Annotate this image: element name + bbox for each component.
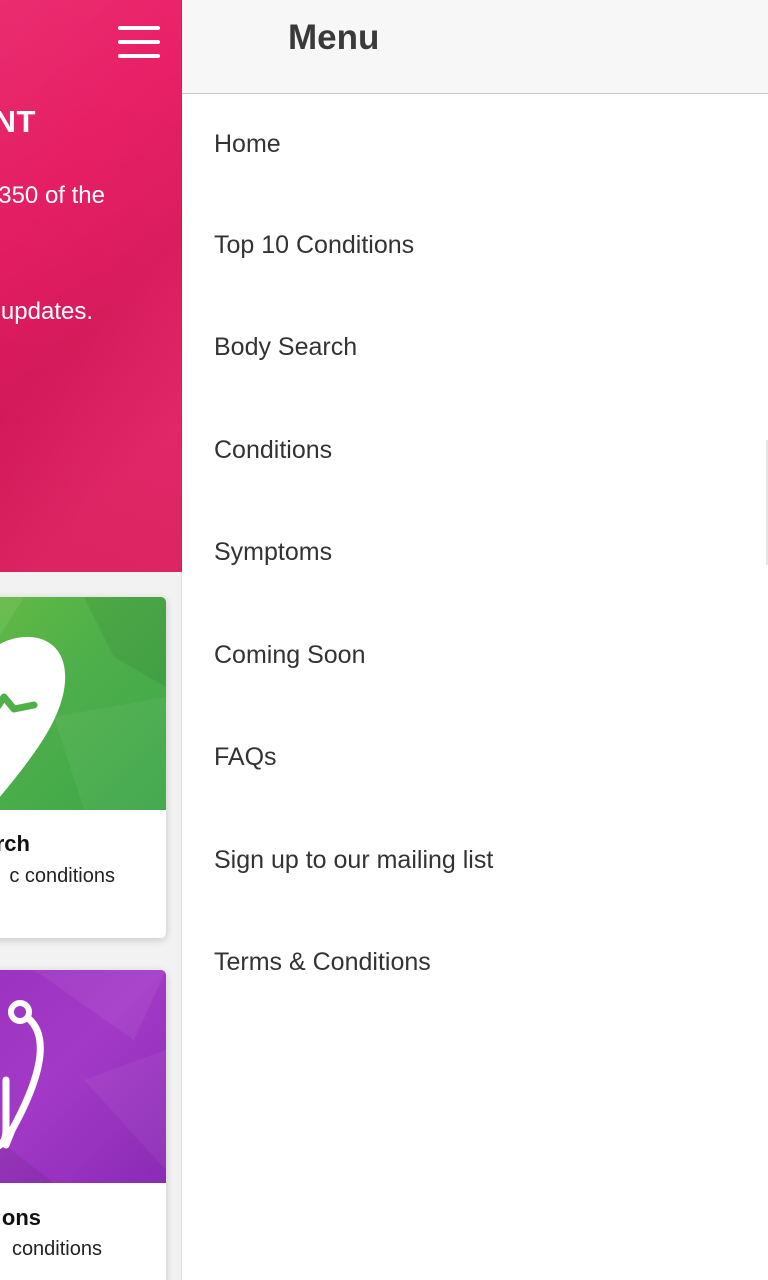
hero-title: NT bbox=[0, 104, 36, 139]
card-title: rch bbox=[0, 831, 30, 856]
card-subtitle: c conditions bbox=[9, 865, 115, 887]
menu-item-terms[interactable]: Terms & Conditions bbox=[182, 912, 768, 1015]
menu-item-symptoms[interactable]: Symptoms bbox=[182, 502, 768, 605]
side-menu-drawer: Menu Home Top 10 Conditions Body Search … bbox=[182, 0, 768, 1280]
stethoscope-icon bbox=[0, 970, 166, 1183]
menu-item-top-10-conditions[interactable]: Top 10 Conditions bbox=[182, 194, 768, 297]
menu-item-conditions[interactable]: Conditions bbox=[182, 399, 768, 502]
card-title: ons bbox=[1, 1205, 41, 1230]
drawer-title: Menu bbox=[288, 18, 380, 57]
hero-banner: NT 350 of the updates. bbox=[0, 0, 182, 572]
hero-description-line: 350 of the bbox=[0, 182, 105, 209]
drawer-header: Menu bbox=[182, 0, 768, 94]
background-app: NT 350 of the updates. rch c conditions bbox=[0, 0, 182, 1280]
heart-pulse-icon bbox=[0, 597, 166, 810]
conditions-card[interactable]: ons conditions bbox=[0, 970, 166, 1280]
menu-item-mailing-list[interactable]: Sign up to our mailing list bbox=[182, 809, 768, 912]
menu-item-faqs[interactable]: FAQs bbox=[182, 707, 768, 810]
card-image bbox=[0, 597, 166, 810]
body-search-card[interactable]: rch c conditions bbox=[0, 597, 166, 938]
menu-list: Home Top 10 Conditions Body Search Condi… bbox=[182, 94, 768, 1014]
hero-description-line: updates. bbox=[0, 298, 93, 325]
menu-item-body-search[interactable]: Body Search bbox=[182, 297, 768, 400]
menu-item-coming-soon[interactable]: Coming Soon bbox=[182, 604, 768, 707]
menu-item-home[interactable]: Home bbox=[182, 94, 768, 194]
hamburger-menu-icon[interactable] bbox=[118, 26, 160, 58]
card-image bbox=[0, 970, 166, 1183]
card-subtitle: conditions bbox=[11, 1238, 102, 1260]
